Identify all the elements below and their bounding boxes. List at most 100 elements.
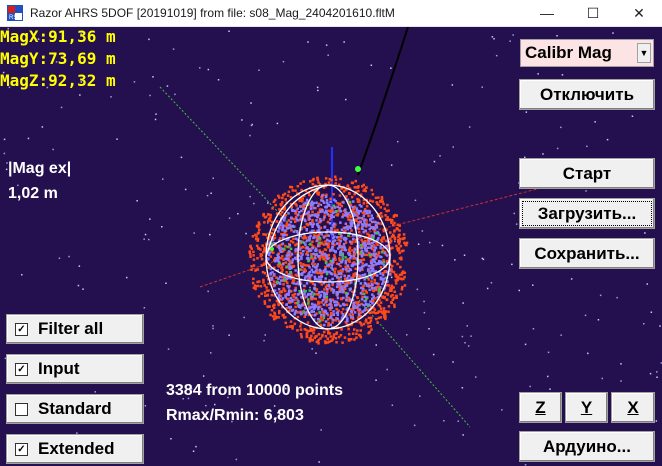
input-point — [339, 177, 342, 181]
input-point — [294, 243, 297, 247]
input-point — [329, 335, 333, 338]
input-point — [402, 277, 405, 281]
input-point — [256, 239, 259, 242]
filtered-point — [289, 305, 292, 309]
star-dot — [586, 145, 588, 148]
star-dot — [325, 44, 328, 46]
filtered-point — [348, 240, 352, 243]
star-dot — [149, 94, 151, 97]
filtered-point — [286, 284, 289, 288]
input-point — [336, 212, 340, 216]
filtered-point — [367, 268, 370, 271]
filtered-point — [332, 222, 336, 225]
filtered-point — [288, 262, 291, 266]
filtered-point — [351, 316, 354, 319]
filtered-point — [373, 227, 377, 231]
calibr-mag-select[interactable]: Calibr Mag ▼ — [520, 39, 654, 67]
input-point — [273, 303, 276, 307]
checkbox-check-icon[interactable]: ✓ — [15, 362, 28, 376]
input-point — [358, 230, 361, 234]
axis-z-button[interactable]: Z — [519, 392, 562, 423]
filtered-point — [332, 236, 335, 240]
input-point — [251, 235, 255, 238]
star-dot — [202, 375, 205, 377]
input-point — [399, 265, 402, 269]
star-dot — [433, 160, 436, 163]
filtered-point — [365, 250, 369, 253]
star-dot — [27, 137, 30, 140]
filtered-point — [270, 278, 273, 281]
input-point — [331, 321, 334, 324]
input-point — [306, 321, 310, 324]
input-point — [383, 313, 386, 317]
input-point — [272, 317, 276, 321]
input-point — [312, 177, 315, 181]
points-count: 3384 from 10000 points — [166, 382, 343, 399]
star-dot — [416, 288, 419, 291]
input-point — [387, 305, 391, 308]
start-button[interactable]: Старт — [519, 158, 655, 189]
checkbox-empty-icon[interactable] — [15, 402, 28, 416]
input-point — [308, 329, 312, 333]
star-dot — [515, 223, 518, 225]
axis-y-button[interactable]: Y — [565, 392, 608, 423]
extended-point — [347, 234, 350, 237]
filtered-point — [310, 200, 314, 204]
filter-all-checkbox[interactable]: ✓ Filter all — [6, 314, 144, 344]
filtered-point — [378, 255, 382, 258]
input-point — [382, 307, 386, 310]
input-point — [340, 187, 343, 190]
filtered-point — [306, 293, 310, 297]
input-point — [302, 263, 305, 266]
input-point — [308, 193, 311, 197]
star-dot — [235, 458, 238, 461]
star-dot — [174, 93, 176, 96]
maximize-button[interactable]: ☐ — [570, 0, 616, 26]
filtered-point — [315, 219, 318, 222]
disconnect-button[interactable]: Отключить — [519, 79, 655, 110]
filtered-point — [332, 318, 335, 322]
close-button[interactable]: ✕ — [616, 0, 662, 26]
input-point — [290, 229, 293, 232]
filtered-point — [347, 212, 350, 215]
filtered-point — [295, 217, 298, 221]
filtered-point — [283, 216, 287, 219]
checkbox-check-icon[interactable]: ✓ — [15, 322, 28, 336]
input-point — [364, 289, 367, 293]
star-dot — [394, 240, 396, 243]
input-point — [400, 250, 404, 253]
filtered-point — [325, 255, 329, 258]
filtered-point — [312, 206, 316, 210]
star-dot — [594, 121, 596, 123]
star-dot — [493, 38, 495, 40]
input-point — [395, 244, 398, 248]
filtered-point — [345, 298, 348, 302]
filtered-point — [363, 295, 367, 299]
input-point — [356, 296, 360, 300]
filtered-point — [339, 275, 343, 279]
filtered-point — [362, 214, 365, 218]
arduino-button[interactable]: Ардуино... — [519, 431, 655, 462]
filtered-point — [350, 224, 354, 227]
input-point — [311, 210, 314, 214]
input-point — [311, 219, 314, 222]
input-point — [315, 334, 318, 338]
input-point — [379, 206, 382, 209]
load-button[interactable]: Загрузить... — [519, 198, 655, 229]
input-point — [285, 271, 288, 274]
extended-checkbox[interactable]: ✓ Extended — [6, 434, 144, 464]
axis-x-button[interactable]: X — [611, 392, 655, 423]
input-checkbox[interactable]: ✓ Input — [6, 354, 144, 384]
filtered-point — [269, 271, 273, 275]
star-dot — [250, 124, 253, 127]
checkbox-check-icon[interactable]: ✓ — [15, 442, 28, 456]
filtered-point — [364, 263, 367, 267]
save-button[interactable]: Сохранить... — [519, 238, 655, 269]
input-point — [379, 212, 383, 215]
filtered-point — [296, 207, 299, 210]
filtered-point — [321, 253, 324, 256]
minimize-button[interactable]: — — [524, 0, 570, 26]
dropdown-arrow-icon[interactable]: ▼ — [637, 43, 651, 63]
standard-checkbox[interactable]: Standard — [6, 394, 144, 424]
filtered-point — [275, 292, 279, 295]
